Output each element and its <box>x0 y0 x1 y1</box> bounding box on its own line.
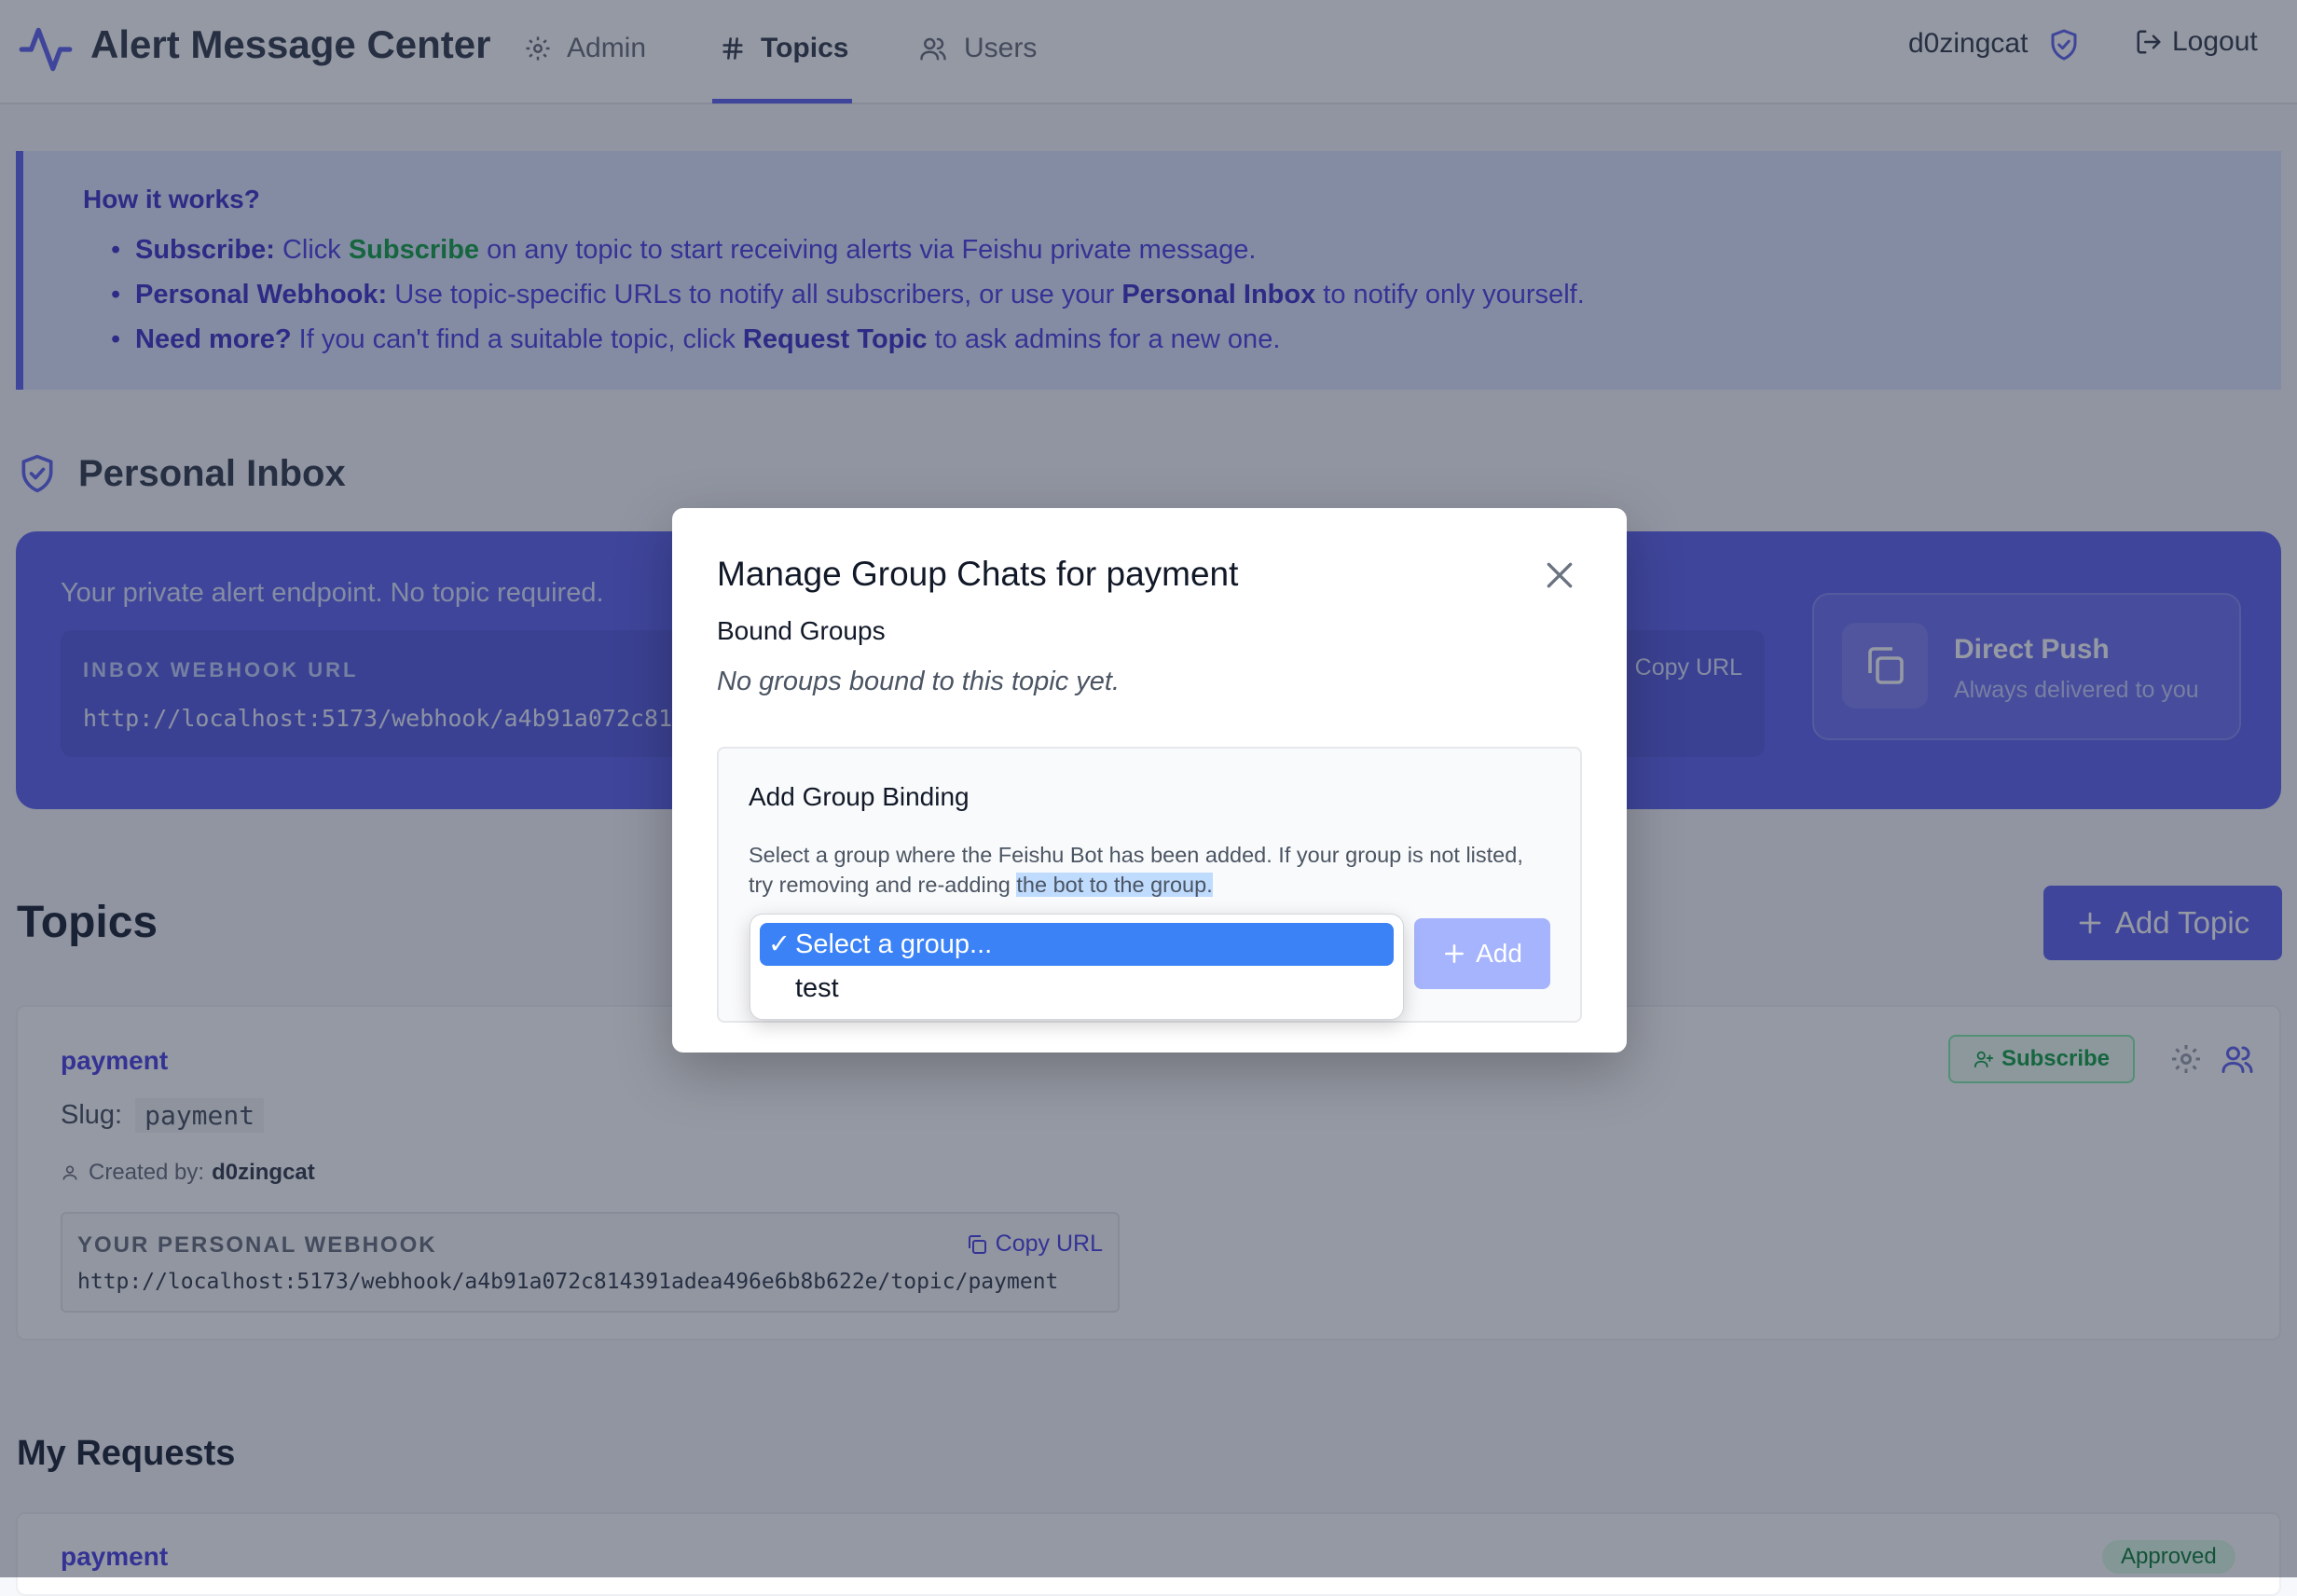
selected-text: the bot to the group. <box>1016 873 1213 897</box>
group-option-select[interactable]: ✓ Select a group... <box>760 923 1394 966</box>
group-select-dropdown[interactable]: ✓ Select a group... test <box>750 914 1404 1020</box>
page: Alert Message Center Admin Topics Users … <box>0 0 2297 1596</box>
bound-groups-label: Bound Groups <box>717 616 886 645</box>
bound-groups-empty: No groups bound to this topic yet. <box>717 667 1121 696</box>
modal-title: Manage Group Chats for payment <box>717 555 1239 593</box>
add-group-binding-title: Add Group Binding <box>749 782 970 811</box>
add-group-binding-description: Select a group where the Feishu Bot has … <box>749 843 1523 897</box>
close-icon[interactable] <box>1541 557 1578 594</box>
checkmark-icon: ✓ <box>767 929 791 959</box>
plus-icon <box>1442 942 1476 966</box>
group-option-test[interactable]: test <box>760 967 1394 1010</box>
add-binding-button[interactable]: Add <box>1414 918 1550 989</box>
